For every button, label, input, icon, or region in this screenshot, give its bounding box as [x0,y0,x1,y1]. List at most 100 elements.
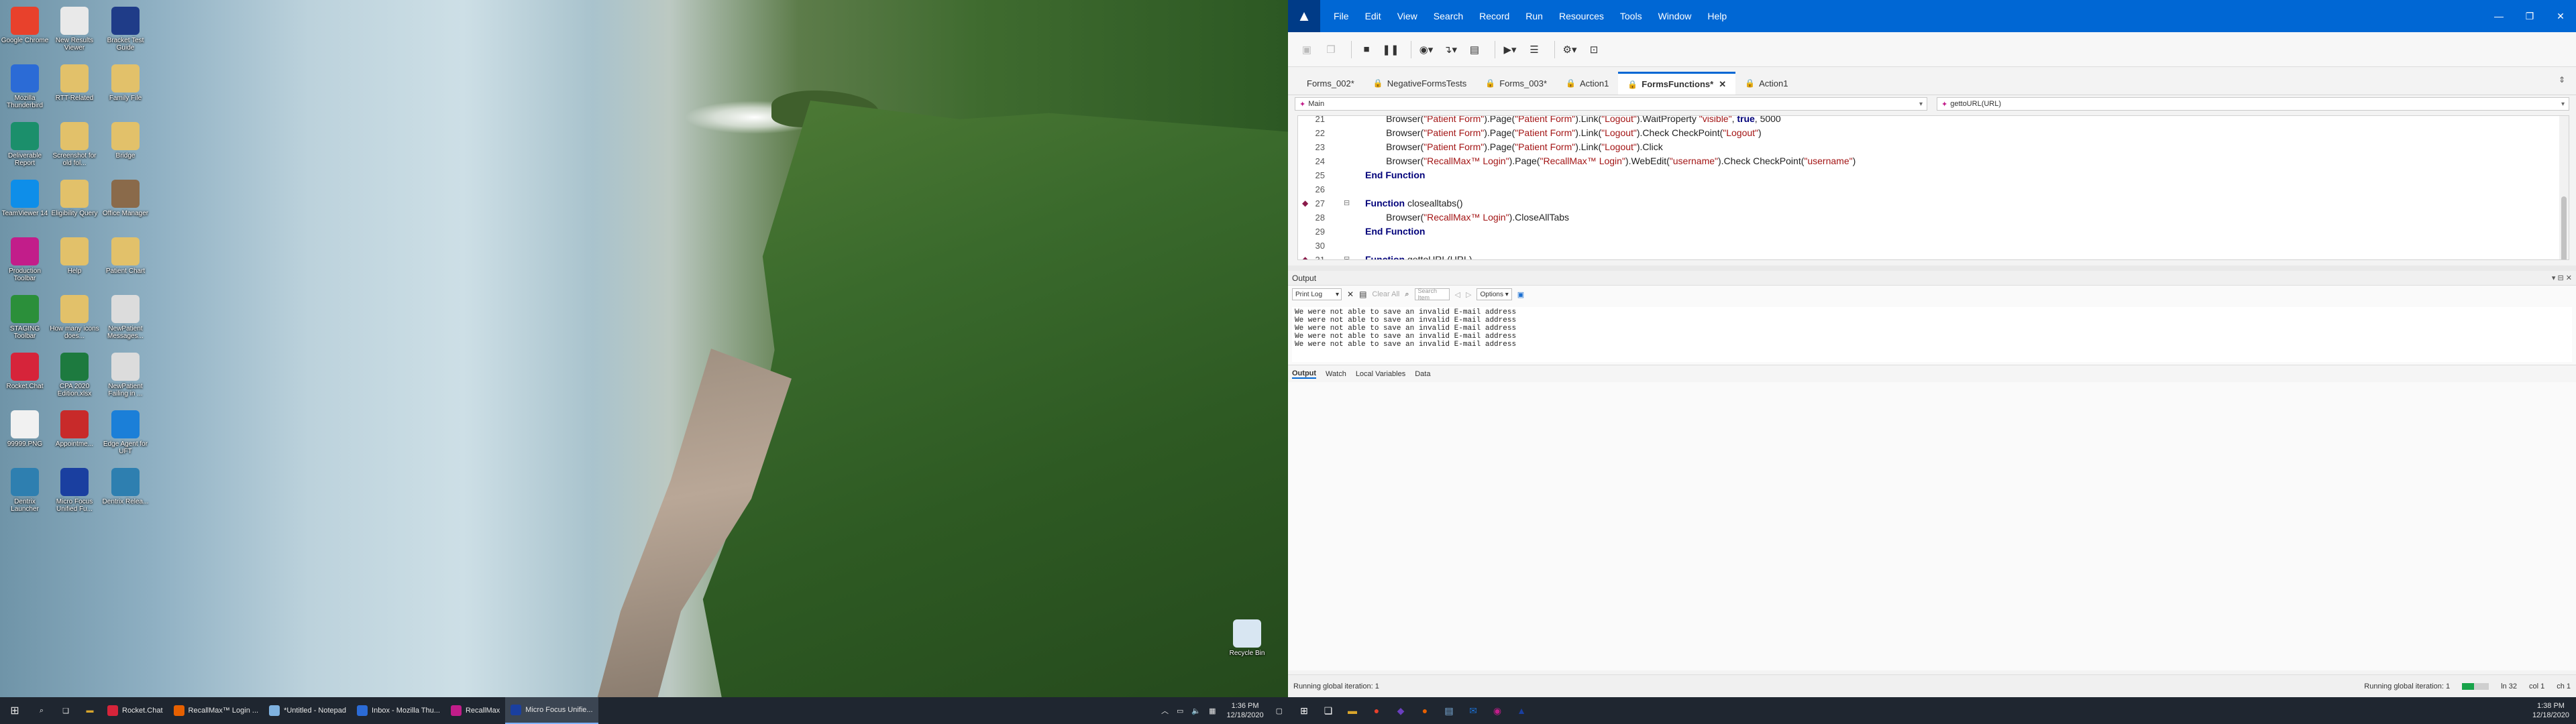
desktop-icon-rtt-related[interactable]: RTT-Related [50,60,99,118]
search-icon[interactable]: ⌕ [1405,290,1409,299]
step-icon[interactable]: ↴▾ [1441,40,1460,59]
wrap-icon[interactable]: ▤ [1359,290,1366,299]
record-mode-icon[interactable]: ◉▾ [1417,40,1436,59]
output-filter-select[interactable]: Print Log ▾ [1292,288,1342,300]
desktop-icon-newpatient-messages[interactable]: NewPatient Messages... [101,291,150,349]
task-view-icon[interactable]: ❏ [1319,701,1338,720]
desktop-icon-new-results-viewer[interactable]: New Results Viewer [50,3,99,60]
app-icon[interactable]: ◆ [1391,701,1410,720]
stop-icon[interactable]: ■ [1357,40,1376,59]
desktop-icon-teamviewer-14[interactable]: TeamViewer 14 [0,176,50,233]
menu-file[interactable]: File [1326,11,1357,21]
desktop-icon-dentrix-launcher[interactable]: Dentrix Launcher [0,464,50,522]
code-line[interactable]: 26 [1298,182,2569,196]
tab-forms-002[interactable]: Forms_002* [1297,72,1364,95]
code-line[interactable]: 28 Browser("RecallMax™ Login").CloseAllT… [1298,210,2569,225]
minimize-icon[interactable]: — [2483,11,2514,22]
notepad-icon[interactable]: ▤ [1440,701,1458,720]
export-icon[interactable]: ▣ [1517,290,1524,299]
network-icon[interactable]: ▭ [1173,707,1187,715]
desktop-icon-cpa-2020-edition-xlsx[interactable]: CPA 2020 Edition.xlsx [50,349,99,406]
keyboard-icon[interactable]: ▦ [1205,707,1220,715]
scope-selector[interactable]: ✦ Main ▾ [1295,97,1927,111]
pin-icon[interactable]: ▾ ⊟ ✕ [2552,274,2572,282]
fold-toggle-icon[interactable]: ⊟ [1344,253,1350,259]
tab-action1[interactable]: 🔒 Action1 [1556,72,1618,95]
list-icon[interactable]: ☰ [1525,40,1544,59]
desktop-icon-staging-toolbar[interactable]: STAGING Toolbar [0,291,50,349]
taskbar-button[interactable]: RecallMax™ Login ... [168,697,264,724]
notifications-icon[interactable]: ▢ [1271,707,1288,715]
tabs-overflow-icon[interactable]: ⇕ [2559,75,2565,84]
taskbar-button[interactable]: Rocket.Chat [102,697,168,724]
desktop-icon-newpatient-failing-in[interactable]: NewPatient Failing in ... [101,349,150,406]
tray-clock[interactable]: 1:36 PM 12/18/2020 [1220,701,1271,720]
tab-close-icon[interactable]: ✕ [1719,79,1726,90]
bookmark-icon[interactable]: ◆ [1302,196,1308,210]
code-line[interactable]: 30 [1298,239,2569,253]
menu-view[interactable]: View [1389,11,1426,21]
fold-toggle-icon[interactable]: ⊟ [1344,196,1350,210]
tab-action1[interactable]: 🔒 Action1 [1735,72,1797,95]
desktop-icon-screenshot-for-old-fol[interactable]: Screenshot for old fol... [50,118,99,176]
bottom-tab-local-variables[interactable]: Local Variables [1356,370,1405,378]
menu-edit[interactable]: Edit [1357,11,1389,21]
screenshot-icon[interactable]: ▤ [1465,40,1484,59]
code-line[interactable]: 25 End Function [1298,168,2569,182]
explorer-icon[interactable]: ▬ [1343,701,1362,720]
desktop-icon-bracket-test-guide[interactable]: Bracket Test Guide [101,3,150,60]
menu-search[interactable]: Search [1426,11,1471,21]
desktop-icon-bridge[interactable]: Bridge [101,118,150,176]
output-log[interactable]: We were not able to save an invalid E-ma… [1292,307,2572,362]
desktop-icon-recycle-bin[interactable]: Recycle Bin [1222,615,1272,673]
object-spy-icon[interactable]: ⊡ [1585,40,1603,59]
prev-icon[interactable]: ◁ [1455,290,1460,299]
taskbar-button[interactable]: RecallMax [445,697,505,724]
task-view-icon[interactable]: ❏ [54,697,78,724]
desktop-icon-how-many-icons-does[interactable]: How many icons does... [50,291,99,349]
desktop-icon-office-manager[interactable]: Office Manager [101,176,150,233]
menu-window[interactable]: Window [1650,11,1700,21]
taskbar-button[interactable]: *Untitled - Notepad [264,697,352,724]
desktop-icon-patient-chart[interactable]: Patient Chart [101,233,150,291]
clear-all-button[interactable]: Clear All [1372,290,1399,298]
pause-icon[interactable]: ❚❚ [1381,40,1400,59]
outlook-icon[interactable]: ✉ [1464,701,1483,720]
code-line[interactable]: 23 Browser("Patient Form").Page("Patient… [1298,140,2569,154]
desktop-icon-micro-focus-unified-fu[interactable]: Micro Focus Unified Fu... [50,464,99,522]
output-search-input[interactable]: Search Item [1414,288,1450,301]
settings-icon[interactable]: ⚙▾ [1560,40,1579,59]
menu-resources[interactable]: Resources [1551,11,1612,21]
desktop-icon-deliverable-report[interactable]: Deliverable Report [0,118,50,176]
chrome-icon[interactable]: ● [1367,701,1386,720]
desktop-icon-appointme[interactable]: Appointme... [50,406,99,464]
copy-icon[interactable]: ❐ [1322,40,1340,59]
desktop-icon-mozilla-thunderbird[interactable]: Mozilla Thunderbird [0,60,50,118]
firefox-icon[interactable]: ● [1415,701,1434,720]
panel-splitter[interactable] [1288,265,2576,271]
desktop-icon-99999-png[interactable]: 99999.PNG [0,406,50,464]
desktop-icon-rocket-chat[interactable]: Rocket.Chat [0,349,50,406]
right-tray-clock[interactable]: 1:38 PM 12/18/2020 [2526,701,2576,720]
uft-icon[interactable]: ▲ [1512,701,1531,720]
desktop-icon-eligibility-query[interactable]: Eligibility Query [50,176,99,233]
clear-icon[interactable]: ✕ [1347,290,1354,299]
options-button[interactable]: Options ▾ [1477,288,1512,300]
taskbar-button[interactable]: Inbox - Mozilla Thu... [352,697,445,724]
desktop-icon-family-file[interactable]: Family File [101,60,150,118]
restore-icon[interactable]: ❐ [2514,11,2545,22]
menu-record[interactable]: Record [1471,11,1517,21]
desktop-icon-help[interactable]: Help [50,233,99,291]
tray-chevron-icon[interactable]: ︿ [1157,705,1173,716]
code-line[interactable]: 24 Browser("RecallMax™ Login").Page("Rec… [1298,154,2569,168]
close-icon[interactable]: ✕ [2545,11,2576,22]
volume-icon[interactable]: 🔈 [1187,707,1205,715]
menu-run[interactable]: Run [1517,11,1551,21]
code-line[interactable]: 29 End Function [1298,225,2569,239]
next-icon[interactable]: ▷ [1466,290,1471,299]
desktop-icon-edge-agent-for-uft[interactable]: Edge Agent for UFT [101,406,150,464]
desktop-icon-google-chrome[interactable]: Google Chrome [0,3,50,60]
function-selector[interactable]: ✦ gettoURL(URL) ▾ [1937,97,2569,111]
recallmax-icon[interactable]: ◉ [1488,701,1507,720]
menu-help[interactable]: Help [1699,11,1735,21]
